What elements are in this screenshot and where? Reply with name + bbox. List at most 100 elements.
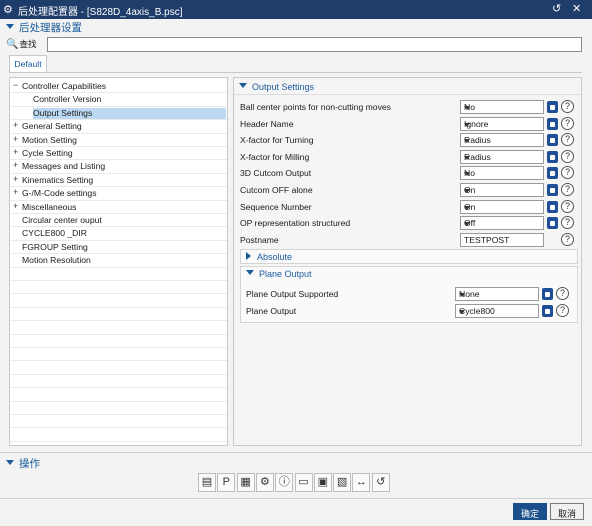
lock-icon[interactable] <box>547 134 558 147</box>
actions-header[interactable]: 操作 <box>6 456 40 471</box>
absolute-group[interactable]: Absolute <box>240 249 578 264</box>
lock-icon[interactable] <box>542 288 553 300</box>
tree-item[interactable]: + Cycle Setting <box>10 147 227 161</box>
setting-dropdown[interactable]: Cycle800 <box>455 304 539 318</box>
lock-icon[interactable] <box>547 150 558 163</box>
lock-icon[interactable] <box>542 305 553 317</box>
tree-item[interactable]: Output Settings <box>10 107 227 121</box>
setting-dropdown[interactable]: No <box>460 166 544 181</box>
chevron-down-icon <box>464 222 470 227</box>
tree-empty-row <box>10 294 227 308</box>
setting-dropdown[interactable]: Radius <box>460 149 544 164</box>
tree-item[interactable]: + G-/M-Code settings <box>10 187 227 201</box>
expand-icon[interactable]: + <box>13 134 18 144</box>
chevron-down-icon <box>464 139 470 144</box>
help-icon[interactable]: ? <box>561 100 574 113</box>
lock-icon[interactable] <box>547 184 558 196</box>
setting-label: OP representation structured <box>240 218 351 229</box>
tree-item[interactable]: + Miscellaneous <box>10 201 227 214</box>
help-icon[interactable]: ? <box>561 199 574 213</box>
setting-dropdown[interactable]: On <box>460 199 544 214</box>
toolbar-table-icon[interactable]: ▦ <box>236 473 255 492</box>
settings-section-header[interactable]: 后处理器设置 <box>6 20 82 35</box>
setting-row: Header Name Ignore? <box>240 116 579 132</box>
lock-icon[interactable] <box>547 217 558 230</box>
toolbar-pdf-icon[interactable]: P <box>217 473 236 492</box>
setting-label: Header Name <box>240 118 294 129</box>
tree-item-label: Cycle Setting <box>22 148 73 158</box>
toolbar-undo-icon[interactable]: ↺ <box>371 473 390 492</box>
tree-empty-row <box>10 388 227 402</box>
app-gear-icon: ⚙ <box>3 4 13 16</box>
tree-item[interactable]: + Motion Setting <box>10 134 227 147</box>
tree-item[interactable]: + Kinematics Setting <box>10 174 227 188</box>
setting-label: X-factor for Milling <box>240 151 310 162</box>
setting-dropdown[interactable]: Radius <box>460 133 544 148</box>
help-icon[interactable]: ? <box>561 116 574 130</box>
absolute-header[interactable]: Absolute <box>246 252 292 262</box>
help-icon[interactable]: ? <box>556 304 569 317</box>
expand-icon[interactable]: + <box>13 120 18 130</box>
tree-item[interactable]: Motion Resolution <box>10 254 227 268</box>
toolbar-save-icon[interactable]: ▣ <box>313 473 332 492</box>
lock-icon[interactable] <box>547 167 558 180</box>
setting-dropdown[interactable]: Off <box>460 216 544 231</box>
lock-icon[interactable] <box>547 101 558 113</box>
window-title: 后处理配置器 - [S828D_4axis_B.psc] <box>18 7 183 18</box>
toolbar-link-icon[interactable]: ↔ <box>352 473 371 492</box>
expand-icon[interactable]: + <box>13 147 18 157</box>
postname-field[interactable]: TESTPOST <box>460 232 544 247</box>
tree-empty-row <box>10 308 227 322</box>
lock-icon[interactable] <box>547 117 558 130</box>
tab-default[interactable]: Default <box>9 55 47 73</box>
expand-icon[interactable]: + <box>13 187 18 197</box>
expand-icon[interactable]: + <box>13 201 18 211</box>
setting-dropdown[interactable]: Ignore <box>460 116 544 131</box>
output-settings-header[interactable]: Output Settings <box>239 82 314 92</box>
toolbar-open-icon[interactable]: ▭ <box>294 473 313 492</box>
lock-icon[interactable] <box>547 200 558 213</box>
setting-row: Cutcom OFF alone On? <box>240 182 579 198</box>
setting-dropdown[interactable]: On <box>460 183 544 197</box>
help-icon[interactable]: ? <box>561 183 574 196</box>
help-icon[interactable]: ? <box>556 287 569 300</box>
setting-row: Plane Output Supported None? <box>246 286 585 302</box>
divider <box>0 452 592 453</box>
collapse-icon[interactable]: − <box>13 80 18 90</box>
chevron-down-icon <box>464 172 470 177</box>
expand-icon[interactable]: + <box>13 160 18 170</box>
search-input[interactable] <box>47 37 582 52</box>
toolbar-info-icon[interactable]: ⓘ <box>275 473 294 492</box>
cancel-button[interactable]: 取消 <box>550 503 584 520</box>
tree-item[interactable]: CYCLE800 _DIR <box>10 227 227 241</box>
setting-row: Sequence Number On? <box>240 199 579 215</box>
tree-item[interactable]: Circular center ouput <box>10 214 227 228</box>
output-settings-title: Output Settings <box>252 82 315 92</box>
help-icon[interactable]: ? <box>561 133 574 147</box>
expand-icon[interactable]: + <box>13 174 18 184</box>
tree-item[interactable]: FGROUP Setting <box>10 241 227 255</box>
settings-tree[interactable]: − Controller Capabilities Controller Versi… <box>9 77 228 446</box>
tree-item-label: FGROUP Setting <box>22 241 88 252</box>
toolbar-docs-icon[interactable]: ▤ <box>198 473 216 492</box>
setting-label: X-factor for Turning <box>240 135 314 146</box>
ok-button[interactable]: 确定 <box>513 503 547 520</box>
toolbar-settings-icon[interactable]: ⚙ <box>255 473 274 492</box>
toolbar-save-as-icon[interactable]: ▧ <box>333 473 352 492</box>
tree-item[interactable]: + General Setting <box>10 120 227 134</box>
tree-item[interactable]: − Controller Capabilities <box>10 80 227 94</box>
help-icon[interactable]: ? <box>561 216 574 230</box>
tree-item[interactable]: Controller Version <box>10 93 227 107</box>
plane-output-header[interactable]: Plane Output <box>246 269 312 279</box>
setting-dropdown[interactable]: None <box>455 287 539 301</box>
tree-item[interactable]: + Messages and Listing <box>10 160 227 174</box>
tree-item-label: Circular center ouput <box>22 215 102 225</box>
collapse-icon <box>239 83 247 88</box>
reset-icon[interactable]: ↺ <box>552 2 561 15</box>
chevron-down-icon <box>464 155 470 160</box>
help-icon[interactable]: ? <box>561 166 574 180</box>
help-icon[interactable]: ? <box>561 149 574 163</box>
setting-dropdown[interactable]: No <box>460 100 544 114</box>
close-icon[interactable]: ✕ <box>572 2 581 15</box>
help-icon[interactable]: ? <box>561 232 574 246</box>
